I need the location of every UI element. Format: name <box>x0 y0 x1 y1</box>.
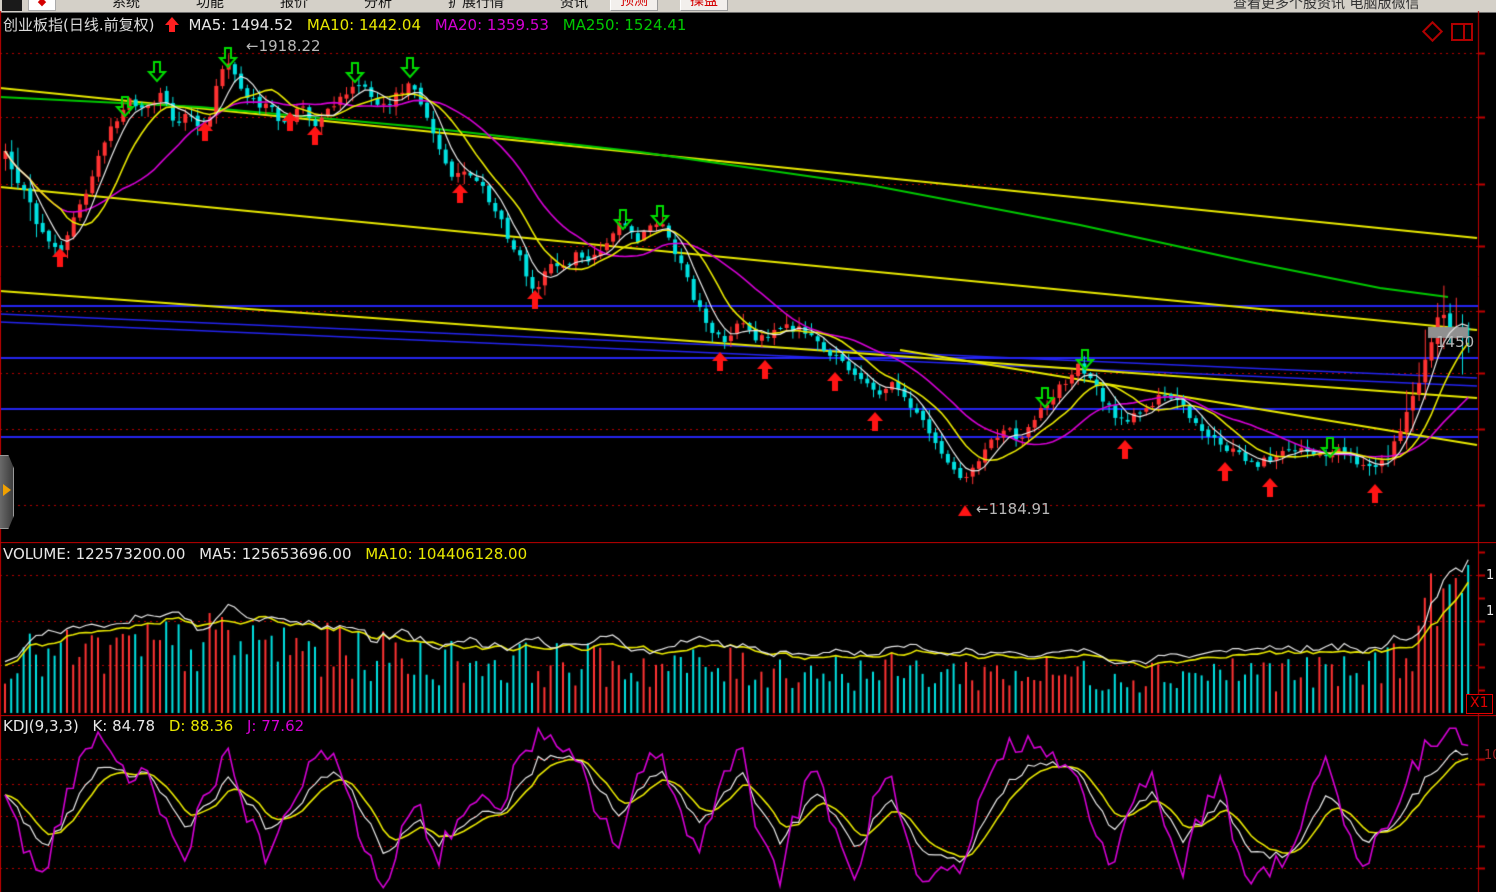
kdj-chart[interactable] <box>0 715 1496 892</box>
menu-hot-button-1[interactable]: 预测 <box>610 0 658 11</box>
kdj-params-label: KDJ(9,3,3) <box>3 717 79 735</box>
last-price-label: 1450 <box>1436 333 1475 351</box>
volume-chart[interactable] <box>0 542 1496 715</box>
kdj-header: KDJ(9,3,3) K: 84.78 D: 88.36 J: 77.62 <box>3 717 313 735</box>
ma20-label: MA20: 1359.53 <box>434 16 549 34</box>
ma250-label: MA250: 1524.41 <box>562 16 687 34</box>
menu-item-analysis[interactable]: 分析 <box>364 0 392 12</box>
kdj-d-label: D: 88.36 <box>168 717 234 735</box>
low-price-annotation: ←1184.91 <box>976 500 1051 518</box>
menu-item-system[interactable]: 系统 <box>112 0 140 12</box>
ma10-label: MA10: 1442.04 <box>306 16 422 34</box>
trading-terminal-window: ◆ 系统 功能 报价 分析 扩展行情 资讯 预测 操盘 查看更多个股资讯 电脑版… <box>0 0 1496 892</box>
menu-item-quotes[interactable]: 报价 <box>280 0 308 12</box>
kdj-j-label: J: 77.62 <box>246 717 305 735</box>
volume-axis-label-top: 1 <box>1486 568 1495 583</box>
kdj-k-label: K: 84.78 <box>92 717 156 735</box>
menu-item-function[interactable]: 功能 <box>196 0 224 12</box>
menu-hot-button-2[interactable]: 操盘 <box>680 0 728 11</box>
volume-header: VOLUME: 122573200.00 MA5: 125653696.00 M… <box>3 545 536 563</box>
panel-expand-handle[interactable] <box>0 455 14 529</box>
volume-ma5-label: MA5: 125653696.00 <box>199 545 352 563</box>
menu-item-news[interactable]: 资讯 <box>560 0 588 12</box>
menu-item-extended-quotes[interactable]: 扩展行情 <box>448 0 504 12</box>
app-logo-icon[interactable]: ◆ <box>28 0 56 11</box>
main-chart-header: 创业板指(日线.前复权) MA5: 1494.52 MA10: 1442.04 M… <box>3 14 695 35</box>
kdj-axis-label: 10 <box>1484 748 1496 763</box>
volume-label: VOLUME: 122573200.00 <box>3 545 186 563</box>
window-logo-icon[interactable] <box>2 0 22 11</box>
high-price-annotation: ←1918.22 <box>246 37 321 55</box>
split-window-icon[interactable] <box>1451 23 1473 41</box>
main-candlestick-chart[interactable] <box>0 11 1496 542</box>
expand-arrow-icon <box>3 484 11 496</box>
volume-axis-label-mid: 1 <box>1486 604 1495 619</box>
volume-ma10-label: MA10: 104406128.00 <box>365 545 528 563</box>
ma5-label: MA5: 1494.52 <box>188 16 294 34</box>
volume-scale-badge: X1 <box>1466 694 1493 714</box>
symbol-title: 创业板指(日线.前复权) <box>3 16 155 34</box>
up-arrow-icon <box>165 17 180 32</box>
